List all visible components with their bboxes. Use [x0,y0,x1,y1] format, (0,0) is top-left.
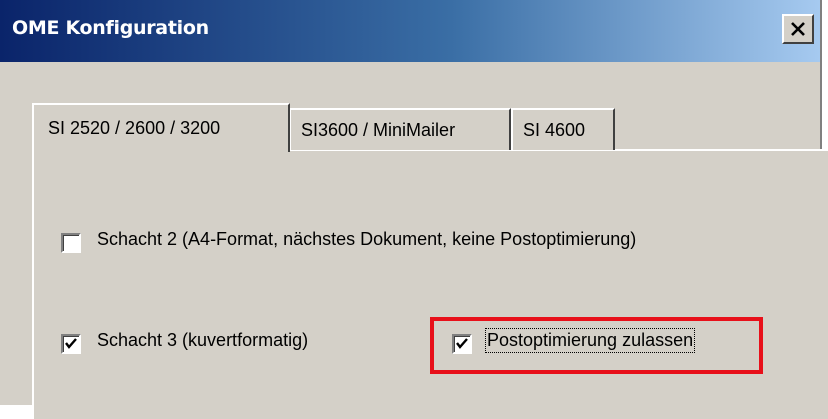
schacht3-checkbox[interactable] [61,334,81,354]
tab-label: SI 2520 / 2600 / 3200 [48,118,221,138]
tab-panel [32,149,828,419]
close-icon [791,22,805,36]
highlight-box [430,317,763,374]
checkmark-icon [65,338,77,349]
schacht3-label[interactable]: Schacht 3 (kuvertformatig) [97,330,308,351]
tab-si-4600[interactable]: SI 4600 [511,108,615,150]
tab-label: SI3600 / MiniMailer [301,120,456,140]
close-button[interactable] [782,14,814,44]
tab-label: SI 4600 [523,120,586,140]
schacht2-label[interactable]: Schacht 2 (A4-Format, nächstes Dokument,… [97,229,636,250]
tab-si-2520-2600-3200[interactable]: SI 2520 / 2600 / 3200 [32,103,290,152]
schacht2-checkbox[interactable] [61,233,81,253]
dialog-window: OME Konfiguration SI 2520 / 2600 / 3200 … [0,0,828,419]
window-title: OME Konfiguration [12,17,209,39]
title-bar[interactable]: OME Konfiguration [0,0,820,62]
tab-si3600-minimailer[interactable]: SI3600 / MiniMailer [289,108,511,150]
